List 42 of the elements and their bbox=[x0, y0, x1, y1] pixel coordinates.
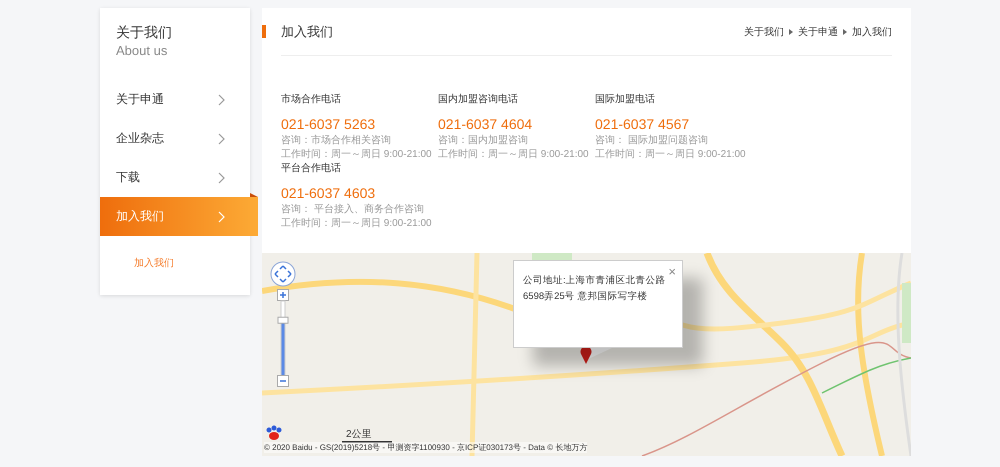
phone-number: 021-6037 5263 bbox=[281, 115, 376, 134]
zoom-in-button[interactable] bbox=[277, 289, 289, 301]
contact-heading: 国际加盟电话 bbox=[595, 93, 656, 107]
consult-text: 咨询： 平台接入、商务合作咨询 bbox=[281, 203, 425, 217]
chevron-icon bbox=[218, 94, 226, 106]
breadcrumb-link[interactable]: 关于我们 bbox=[744, 24, 784, 38]
work-hours: 工作时间：周一～周日 9:00-21:00 bbox=[438, 148, 590, 162]
contact-heading: 市场合作电话 bbox=[281, 93, 342, 107]
location-pin-icon bbox=[580, 346, 592, 364]
work-hours: 工作时间：周一～周日 9:00-21:00 bbox=[595, 148, 747, 162]
breadcrumb-link[interactable]: 加入我们 bbox=[852, 24, 892, 38]
chevron-icon bbox=[218, 210, 226, 222]
zoom-out-button[interactable] bbox=[277, 375, 289, 387]
close-button[interactable]: × bbox=[668, 264, 676, 279]
contact-heading: 国内加盟咨询电话 bbox=[438, 93, 519, 107]
chevron-icon bbox=[218, 132, 226, 144]
page-title: 加入我们 bbox=[281, 22, 333, 40]
phone-number: 021-6037 4567 bbox=[595, 115, 690, 134]
pan-control-icon[interactable] bbox=[270, 261, 296, 287]
caret-icon bbox=[789, 28, 793, 34]
zoom-slider[interactable] bbox=[278, 300, 288, 376]
phone-number: 021-6037 4604 bbox=[438, 115, 534, 134]
phone-number: 021-6037 4603 bbox=[281, 184, 376, 203]
breadcrumb-link[interactable]: 关于申通 bbox=[798, 24, 838, 38]
sidebar-subtitle: About us bbox=[116, 42, 168, 60]
sidebar-item[interactable]: 企业杂志 bbox=[100, 119, 250, 158]
work-hours: 工作时间：周一～周日 9:00-21:00 bbox=[281, 217, 433, 231]
caret-icon bbox=[843, 28, 847, 34]
consult-text: 咨询： 国际加盟问题咨询 bbox=[595, 134, 709, 148]
sidebar-item[interactable]: 下载 bbox=[100, 158, 250, 197]
sidebar-item[interactable]: 关于申通 bbox=[100, 80, 250, 119]
map-copyright: © 2020 Baidu - GS(2019)5218号 - 甲测资字1100930 - 京ICP证030173号 - Data © 长地万方 bbox=[264, 442, 588, 453]
map-scale: 2公里 bbox=[342, 427, 392, 443]
address-text: 公司地址:上海市青浦区北青公路6598弄25号 意邦国际写字楼 bbox=[523, 274, 667, 304]
contact-heading: 平台合作电话 bbox=[281, 162, 342, 176]
sidebar-title: 关于我们 bbox=[116, 23, 173, 42]
paw-logo-icon bbox=[264, 425, 284, 441]
zoom-thumb[interactable] bbox=[278, 316, 288, 324]
consult-text: 咨询：国内加盟咨询 bbox=[438, 134, 529, 148]
consult-text: 咨询：市场合作相关咨询 bbox=[281, 134, 392, 148]
chevron-icon bbox=[218, 172, 226, 184]
work-hours: 工作时间：周一～周日 9:00-21:00 bbox=[281, 148, 433, 162]
